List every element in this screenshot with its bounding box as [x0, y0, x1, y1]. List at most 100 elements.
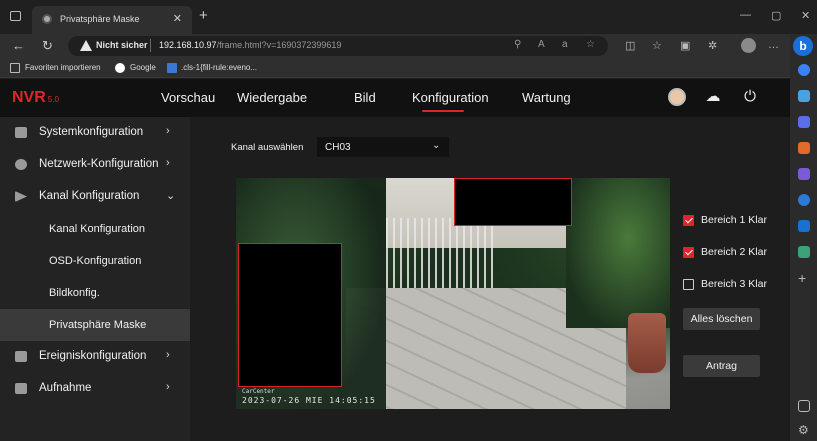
sidebar-item-label: Kanal Konfiguration [49, 223, 146, 235]
sidebar-subitem-privacy-mask[interactable]: Privatsphäre Maske [0, 309, 190, 341]
tag-icon[interactable] [798, 116, 810, 128]
apply-button[interactable]: Antrag [683, 355, 760, 377]
favorites-bar: Favoriten importieren Google .cls-1{fill… [0, 58, 790, 78]
channel-select[interactable]: CH03 ⌄ [317, 137, 449, 157]
read-aloud-icon[interactable]: A [538, 39, 545, 50]
bing-chat-icon[interactable]: b [793, 36, 813, 56]
add-app-icon[interactable]: + [798, 271, 810, 285]
page-icon [167, 63, 177, 73]
sidebar-item-label: Netzwerk-Konfiguration [39, 158, 159, 170]
sidebar-item-label: Aufnahme [39, 382, 92, 394]
nav-bild[interactable]: Bild [354, 90, 376, 105]
drop-icon[interactable] [798, 194, 810, 206]
privacy-mask-area-1[interactable] [454, 178, 572, 226]
config-sidebar: Systemkonfiguration › Netzwerk-Konfigura… [0, 117, 190, 441]
active-nav-indicator [422, 110, 464, 112]
channel-value: CH03 [325, 142, 351, 153]
profile-avatar[interactable] [741, 38, 756, 53]
nav-vorschau[interactable]: Vorschau [161, 90, 215, 105]
sidebar-subitem-image[interactable]: Bildkonfig. [0, 277, 190, 309]
favorite-star-icon[interactable]: ☆ [586, 39, 595, 50]
camera-preview[interactable]: CarCenter 2023-07-26 MIE 14:05:15 [236, 178, 670, 409]
tab-close-icon[interactable]: ✕ [173, 12, 182, 25]
favorite-item[interactable]: Favoriten importieren [25, 63, 101, 72]
scene-tree-right [566, 178, 670, 328]
cloud-icon[interactable]: ☁ [704, 88, 722, 106]
sidebar-item-recording[interactable]: Aufnahme › [0, 373, 190, 405]
address-toolbar: ← ↻ Nicht sicher 192.168.10.97/frame.htm… [0, 34, 790, 58]
key-icon[interactable]: ⚲ [514, 39, 521, 50]
collections-icon[interactable]: ▣ [680, 39, 690, 52]
split-screen-icon[interactable]: ◫ [625, 39, 635, 52]
clear-all-button[interactable]: Alles löschen [683, 308, 760, 330]
browser-tab[interactable]: Privatsphäre Maske ✕ [32, 6, 192, 34]
sidebar-item-channel[interactable]: Kanal Konfiguration ⌄ [0, 181, 190, 213]
channel-icon [15, 191, 27, 202]
back-icon[interactable]: ← [12, 38, 25, 53]
nav-wiedergabe[interactable]: Wiedergabe [237, 90, 307, 105]
chevron-right-icon: › [166, 381, 170, 393]
sidebar-item-label: OSD-Konfiguration [49, 255, 142, 267]
sidebar-subitem-channel-config[interactable]: Kanal Konfiguration [0, 213, 190, 245]
telegram-icon[interactable] [798, 246, 810, 258]
sidebar-item-system[interactable]: Systemkonfiguration › [0, 117, 190, 149]
user-avatar-icon[interactable] [668, 88, 686, 106]
address-bar[interactable]: Nicht sicher 192.168.10.97/frame.html?v=… [68, 36, 608, 56]
google-icon [115, 63, 125, 73]
nav-wartung[interactable]: Wartung [522, 90, 571, 105]
favorite-item[interactable]: .cls-1{fill-rule:eveno... [181, 63, 257, 72]
privacy-mask-area-2[interactable] [238, 243, 342, 387]
divider [150, 39, 151, 52]
sidebar-item-label: Privatsphäre Maske [49, 319, 147, 331]
sidebar-toggle-icon[interactable] [798, 400, 810, 412]
privacy-mask-panel: Kanal auswählen CH03 ⌄ CarCenter 2023-07… [190, 117, 790, 441]
area-1-label: Bereich 1 Klar [701, 214, 767, 226]
refresh-icon[interactable]: ↻ [42, 38, 53, 54]
logo-version: 5.0 [47, 95, 59, 104]
sidebar-subitem-osd[interactable]: OSD-Konfiguration [0, 245, 190, 277]
chevron-down-icon: ⌄ [432, 140, 441, 151]
event-icon [15, 351, 27, 362]
sidebar-item-label: Ereigniskonfiguration [39, 350, 147, 362]
scene-gate [386, 218, 496, 298]
search-icon[interactable] [798, 90, 810, 102]
area-2-label: Bereich 2 Klar [701, 246, 767, 258]
chevron-right-icon: › [166, 349, 170, 361]
new-tab-button[interactable]: + [199, 8, 208, 23]
power-icon[interactable]: ⏻ [741, 88, 759, 106]
logo-text: NVR [12, 89, 46, 106]
minimize-icon[interactable]: — [740, 9, 751, 21]
area-3-checkbox[interactable] [683, 279, 694, 290]
games-icon[interactable] [798, 168, 810, 180]
notification-icon[interactable] [798, 64, 810, 76]
shopping-icon[interactable] [798, 142, 810, 154]
url-host: 192.168.10.97 [159, 40, 217, 50]
favorite-item[interactable]: Google [130, 63, 156, 72]
area-1-checkbox[interactable] [683, 215, 694, 226]
url-text[interactable]: 192.168.10.97/frame.html?v=1690372399619 [159, 40, 341, 50]
osd-timestamp: 2023-07-26 MIE 14:05:15 [242, 396, 376, 405]
window-close-icon[interactable]: ✕ [801, 9, 810, 22]
chevron-right-icon: › [166, 125, 170, 137]
nav-konfiguration[interactable]: Konfiguration [412, 90, 489, 105]
browser-tabbar: Privatsphäre Maske ✕ + — ▢ ✕ [0, 0, 817, 34]
record-icon [15, 383, 27, 394]
area-3-label: Bereich 3 Klar [701, 278, 767, 290]
translate-icon[interactable]: а [562, 39, 568, 50]
extensions-icon[interactable]: ✲ [708, 39, 717, 52]
sidebar-item-events[interactable]: Ereigniskonfiguration › [0, 341, 190, 373]
warning-icon [80, 40, 92, 51]
settings-gear-icon[interactable]: ⚙ [798, 424, 810, 436]
sidebar-item-label: Systemkonfiguration [39, 126, 144, 138]
maximize-icon[interactable]: ▢ [771, 9, 781, 22]
area-2-checkbox[interactable] [683, 247, 694, 258]
sidebar-item-network[interactable]: Netzwerk-Konfiguration › [0, 149, 190, 181]
outlook-icon[interactable] [798, 220, 810, 232]
security-label[interactable]: Nicht sicher [96, 40, 148, 50]
tab-actions-icon[interactable] [10, 11, 21, 21]
network-icon [15, 159, 27, 170]
sidebar-item-label: Bildkonfig. [49, 287, 100, 299]
favorites-icon[interactable]: ☆ [652, 39, 662, 52]
tab-title: Privatsphäre Maske [60, 14, 140, 24]
more-menu-icon[interactable]: … [768, 39, 779, 51]
